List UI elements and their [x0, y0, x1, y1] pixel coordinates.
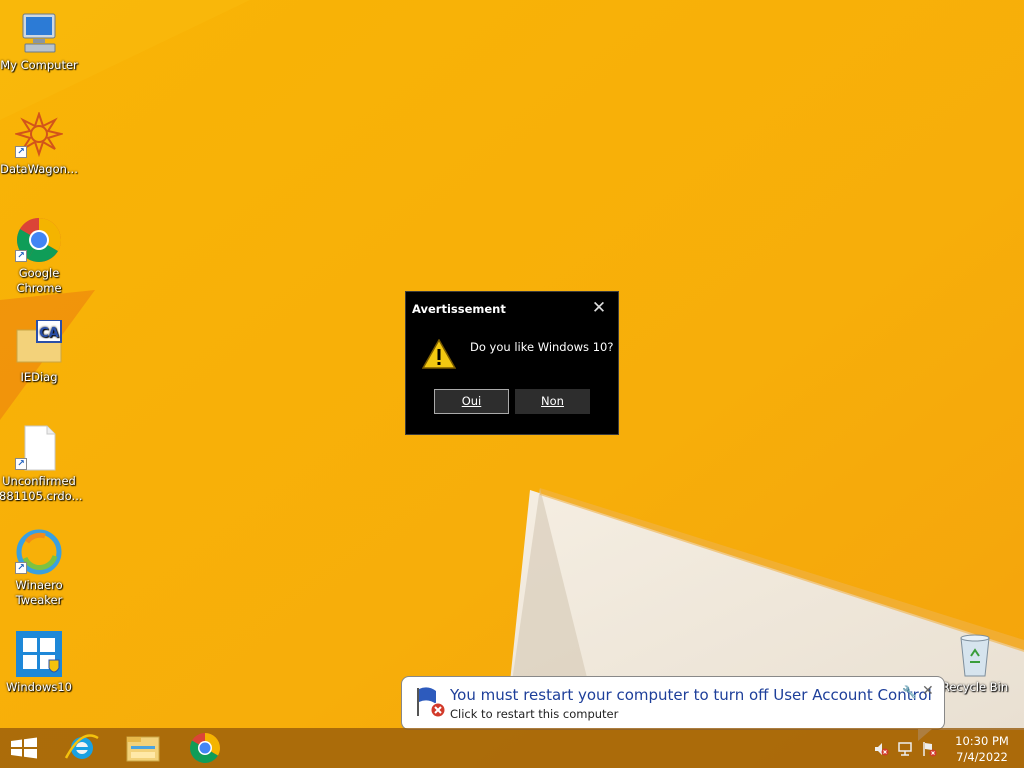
windows-logo-icon	[11, 737, 37, 759]
desktop-icon-label: DataWagon...	[0, 162, 78, 176]
taskbar: 10:30 PM 7/4/2022	[0, 728, 1024, 768]
desktop-icon-label: Recycle Bin	[941, 680, 1009, 694]
desktop-icon-label: IEDiag	[20, 370, 58, 384]
balloon-title: You must restart your computer to turn o…	[450, 686, 932, 704]
internet-explorer-icon	[64, 734, 99, 759]
yes-button[interactable]: Oui	[434, 389, 509, 414]
start-button[interactable]	[0, 728, 60, 768]
action-center-flag-icon	[417, 687, 446, 718]
file-explorer-icon	[126, 736, 160, 762]
message-dialog: Avertissement ✕ Do you like Windows 10? …	[405, 291, 619, 435]
taskbar-clock[interactable]: 10:30 PM 7/4/2022	[948, 733, 1016, 765]
chrome-taskbar-button[interactable]	[175, 728, 235, 768]
clock-time: 10:30 PM	[955, 734, 1009, 748]
desktop-icon-recycle-bin[interactable]: Recycle Bin	[935, 630, 1015, 695]
network-icon[interactable]	[897, 741, 913, 757]
dialog-titlebar[interactable]: Avertissement ✕	[406, 292, 618, 324]
desktop-icon-google-chrome[interactable]: ↗ Google Chrome	[0, 216, 79, 296]
desktop-icon-iediag[interactable]: CA IEDiag	[0, 319, 79, 385]
action-center-icon[interactable]	[921, 741, 937, 757]
shortcut-arrow-icon: ↗	[15, 250, 27, 262]
computer-icon	[22, 13, 56, 53]
close-icon[interactable]: ✕	[586, 296, 612, 320]
warning-icon	[422, 339, 456, 369]
desktop-icon-label: Winaero Tweaker	[15, 578, 63, 607]
recycle-bin-icon	[960, 634, 990, 677]
no-button[interactable]: Non	[515, 389, 590, 414]
desktop-icon-unconfirmed-file[interactable]: ↗ Unconfirmed 881105.crdo...	[0, 424, 83, 504]
desktop-icon-label: Windows10	[6, 680, 72, 694]
iediag-folder-icon: CA	[16, 319, 62, 363]
svg-text:CA: CA	[39, 326, 59, 341]
desktop-icon-label: My Computer	[0, 58, 78, 72]
desktop-icon-windows10[interactable]: Windows10	[0, 630, 79, 695]
chrome-icon	[189, 733, 220, 764]
balloon-subtitle: Click to restart this computer	[450, 707, 619, 721]
balloon-close-icon[interactable]: ✕	[922, 683, 934, 699]
desktop-icon-label: Google Chrome	[16, 266, 62, 295]
shortcut-arrow-icon: ↗	[15, 146, 27, 158]
shortcut-arrow-icon: ↗	[15, 458, 27, 470]
desktop-icon-label: Unconfirmed 881105.crdo...	[0, 474, 83, 503]
dialog-title: Avertissement	[412, 302, 506, 316]
dialog-message: Do you like Windows 10?	[470, 340, 614, 354]
file-explorer-button[interactable]	[113, 728, 173, 768]
desktop-icon-my-computer[interactable]: My Computer	[0, 8, 79, 73]
clock-date: 7/4/2022	[956, 750, 1008, 764]
shortcut-arrow-icon: ↗	[15, 562, 27, 574]
windows10-icon	[16, 631, 62, 677]
desktop-icon-datawagon[interactable]: ↗ DataWagon...	[0, 110, 79, 177]
volume-muted-icon[interactable]	[873, 741, 889, 757]
uac-notification-balloon[interactable]: You must restart your computer to turn o…	[401, 676, 945, 741]
options-icon[interactable]: 🔧	[902, 685, 917, 699]
desktop-icon-winaero-tweaker[interactable]: ↗ Winaero Tweaker	[0, 528, 79, 608]
internet-explorer-button[interactable]	[52, 728, 112, 768]
